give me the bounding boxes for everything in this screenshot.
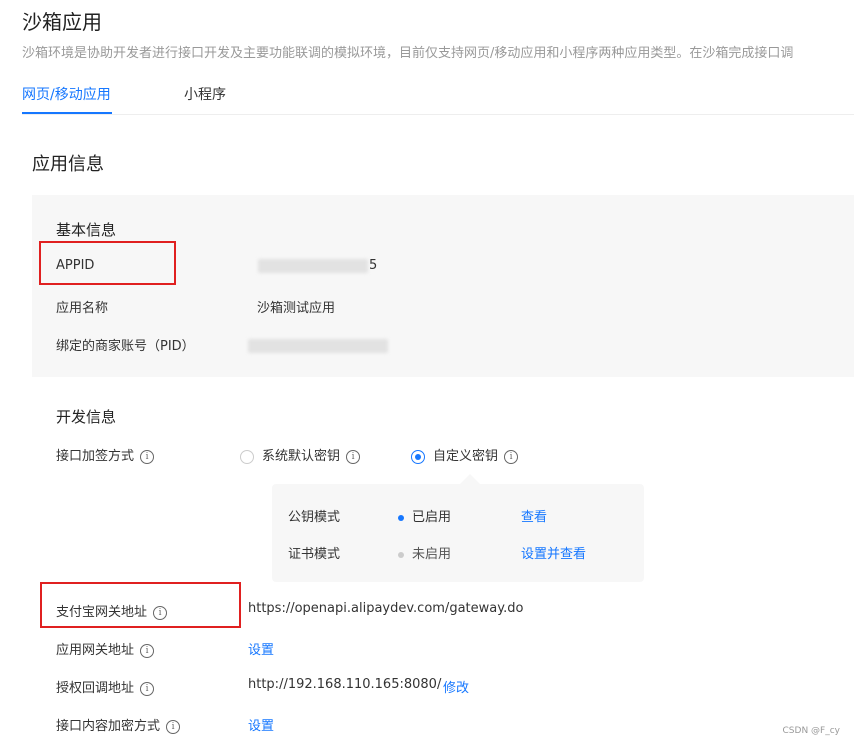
callback-label: 授权回调地址 i [56,677,155,696]
enabled-dot-icon [398,514,404,521]
info-icon[interactable]: i [166,719,181,734]
info-icon[interactable]: i [140,449,155,464]
info-icon[interactable]: i [346,449,361,464]
info-icon[interactable]: i [140,681,155,696]
app-name-label: 应用名称 [56,301,109,316]
popover-arrow [460,474,480,484]
app-name-value: 沙箱测试应用 [257,301,336,316]
pid-label: 绑定的商家账号（PID） [56,339,195,354]
radio-checked-icon[interactable] [411,449,425,464]
info-icon[interactable]: i [153,605,168,620]
tab-divider [22,114,854,115]
callback-label-text: 授权回调地址 [56,681,135,696]
radio-custom-key-label: 自定义密钥 [433,449,499,464]
appid-redacted-value [258,259,368,273]
tab-mini-program[interactable]: 小程序 [184,84,226,104]
setup-cert-link[interactable]: 设置并查看 [521,543,586,562]
appid-value-suffix: 5 [369,258,378,273]
radio-default-key[interactable]: 系统默认密钥 i [240,445,361,464]
encrypt-set-link[interactable]: 设置 [248,715,274,734]
callback-value: http://192.168.110.165:8080/ [248,677,442,692]
alipay-gateway-label: 支付宝网关地址 i [56,601,168,620]
encrypt-label: 接口内容加密方式 i [56,715,181,734]
cert-mode-status: 未启用 [398,543,451,562]
app-info-title: 应用信息 [32,154,104,175]
info-icon[interactable]: i [504,449,519,464]
page-title: 沙箱应用 [22,10,102,34]
app-gateway-set-link[interactable]: 设置 [248,639,274,658]
callback-edit-link[interactable]: 修改 [443,677,469,696]
view-public-key-link[interactable]: 查看 [521,506,547,525]
info-icon[interactable]: i [140,643,155,658]
appid-label: APPID [56,258,95,273]
app-gateway-label-text: 应用网关地址 [56,643,135,658]
public-key-mode-label: 公钥模式 [288,510,341,525]
public-key-mode-status: 已启用 [398,506,451,525]
public-key-mode-status-text: 已启用 [412,510,452,525]
page-description: 沙箱环境是协助开发者进行接口开发及主要功能联调的模拟环境，目前仅支持网页/移动应… [22,46,794,61]
cert-mode-status-text: 未启用 [412,547,452,562]
radio-unchecked-icon[interactable] [240,449,254,464]
disabled-dot-icon [398,551,404,558]
tab-web-mobile[interactable]: 网页/移动应用 [22,84,111,104]
alipay-gateway-label-text: 支付宝网关地址 [56,605,148,620]
encrypt-label-text: 接口内容加密方式 [56,719,161,734]
key-mode-popover [272,484,644,582]
dev-info-title: 开发信息 [56,408,117,426]
radio-default-key-label: 系统默认密钥 [262,449,341,464]
alipay-gateway-value: https://openapi.alipaydev.com/gateway.do [248,601,524,616]
sign-method-label: 接口加签方式 i [56,445,155,464]
pid-redacted-value [248,339,388,353]
cert-mode-label: 证书模式 [288,547,341,562]
active-tab-indicator [22,112,112,114]
basic-info-title: 基本信息 [56,221,117,239]
watermark: CSDN @F_cy [782,726,840,736]
radio-custom-key[interactable]: 自定义密钥 i [411,445,519,464]
sign-method-label-text: 接口加签方式 [56,449,135,464]
app-gateway-label: 应用网关地址 i [56,639,155,658]
